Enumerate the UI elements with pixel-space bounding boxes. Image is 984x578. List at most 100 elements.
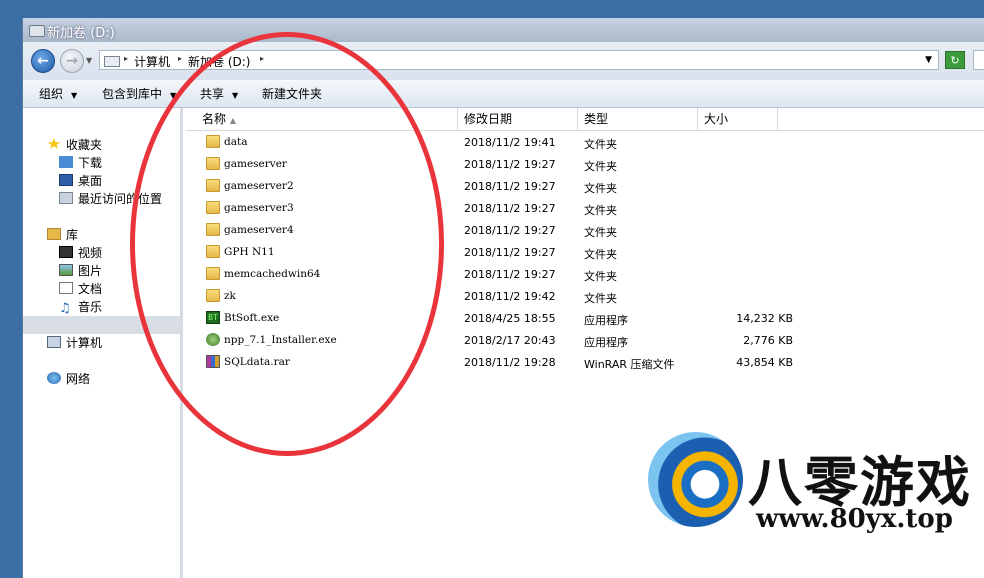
- file-row[interactable]: gameserver2 2018/11/2 19:27 文件夹: [186, 176, 984, 198]
- file-type: 应用程序: [584, 336, 628, 349]
- folder-icon: [206, 179, 220, 192]
- folder-icon: [206, 245, 220, 258]
- file-type: 文件夹: [584, 270, 617, 283]
- column-header-name[interactable]: 名称 ▲: [196, 108, 458, 130]
- file-modified: 2018/11/2 19:27: [464, 268, 556, 281]
- picture-icon: [59, 264, 73, 276]
- folder-icon: [206, 157, 220, 170]
- chevron-right-icon[interactable]: ▸: [260, 54, 264, 63]
- chevron-right-icon[interactable]: ▸: [124, 54, 128, 63]
- file-modified: 2018/11/2 19:27: [464, 246, 556, 259]
- drive-icon: [29, 25, 45, 37]
- nav-computer[interactable]: 计算机: [47, 334, 102, 352]
- title-bar[interactable]: 新加卷 (D:): [23, 18, 984, 43]
- column-header-modified[interactable]: 修改日期: [458, 108, 578, 130]
- back-button[interactable]: ←: [31, 49, 55, 73]
- breadcrumb-computer[interactable]: 计算机: [134, 53, 170, 70]
- watermark-logo: 八零游戏 www.80yx.top: [648, 432, 984, 578]
- breadcrumb-drive[interactable]: 新加卷 (D:): [188, 53, 250, 70]
- file-row[interactable]: SQLdata.rar 2018/11/2 19:28 WinRAR 压缩文件 43,…: [186, 352, 984, 374]
- file-type: 文件夹: [584, 138, 617, 151]
- column-header-row: 名称 ▲ 修改日期 类型 大小: [186, 108, 984, 131]
- file-modified: 2018/11/2 19:27: [464, 202, 556, 215]
- nav-recent-label: 最近访问的位置: [78, 192, 163, 206]
- nav-videos-label: 视频: [78, 246, 103, 260]
- command-bar: 组织 ▼ 包含到库中 ▼ 共享 ▼ 新建文件夹: [23, 80, 984, 108]
- forward-button[interactable]: →: [60, 49, 84, 73]
- nav-recent[interactable]: 最近访问的位置: [59, 190, 162, 208]
- document-icon: [59, 282, 73, 294]
- new-folder-button[interactable]: 新建文件夹: [262, 85, 322, 102]
- desktop-icon: [59, 174, 73, 186]
- share-button[interactable]: 共享 ▼: [200, 85, 238, 102]
- navigation-pane: 收藏夹 下载 桌面 最近访问的位置 库 视频 图片 文档 ♫ 音乐 计算机 网络: [23, 108, 183, 578]
- file-type: 文件夹: [584, 226, 617, 239]
- column-header-type[interactable]: 类型: [578, 108, 698, 130]
- network-icon: [47, 372, 61, 384]
- file-name: SQLdata.rar: [224, 356, 290, 368]
- file-modified: 2018/4/25 18:55: [464, 312, 556, 325]
- nav-pictures[interactable]: 图片: [59, 262, 102, 280]
- file-row[interactable]: data 2018/11/2 19:41 文件夹: [186, 132, 984, 154]
- file-name: gameserver4: [224, 224, 294, 236]
- sort-ascending-icon: ▲: [229, 116, 236, 125]
- file-row[interactable]: gameserver 2018/11/2 19:27 文件夹: [186, 154, 984, 176]
- nav-music[interactable]: ♫ 音乐: [59, 298, 102, 316]
- file-type: 文件夹: [584, 292, 617, 305]
- nav-downloads[interactable]: 下载: [59, 154, 102, 172]
- organize-button[interactable]: 组织 ▼: [39, 85, 77, 102]
- nav-libraries[interactable]: 库: [47, 226, 78, 244]
- file-row[interactable]: gameserver3 2018/11/2 19:27 文件夹: [186, 198, 984, 220]
- file-modified: 2018/11/2 19:27: [464, 224, 556, 237]
- file-name: npp_7.1_Installer.exe: [224, 334, 337, 346]
- include-in-library-label: 包含到库中: [102, 87, 163, 101]
- file-row[interactable]: gameserver4 2018/11/2 19:27 文件夹: [186, 220, 984, 242]
- nav-documents-label: 文档: [78, 282, 103, 296]
- file-row[interactable]: BT BtSoft.exe 2018/4/25 18:55 应用程序 14,232 KB: [186, 308, 984, 330]
- include-in-library-button[interactable]: 包含到库中 ▼: [102, 85, 176, 102]
- file-name: zk: [224, 290, 236, 302]
- selected-nav-highlight: [23, 316, 181, 334]
- chevron-right-icon[interactable]: ▸: [178, 54, 182, 63]
- nav-favorites[interactable]: 收藏夹: [47, 136, 102, 154]
- folder-icon: [206, 201, 220, 214]
- logo-swirl-icon: [648, 432, 743, 527]
- winrar-archive-icon: [206, 355, 220, 368]
- file-modified: 2018/11/2 19:27: [464, 158, 556, 171]
- refresh-button[interactable]: ↻: [945, 51, 965, 69]
- file-size: 43,854 KB: [736, 356, 793, 369]
- nav-libraries-label: 库: [66, 228, 79, 242]
- search-input[interactable]: [973, 50, 984, 70]
- file-size: 2,776 KB: [743, 334, 793, 347]
- address-toolbar: ← → ▼ ▸ 计算机 ▸ 新加卷 (D:) ▸ ▼ ↻: [23, 42, 984, 81]
- address-bar[interactable]: ▸ 计算机 ▸ 新加卷 (D:) ▸ ▼: [99, 50, 939, 70]
- column-name-label: 名称: [202, 112, 227, 126]
- file-size: 14,232 KB: [736, 312, 793, 325]
- recent-pages-dropdown[interactable]: ▼: [86, 56, 92, 65]
- nav-network[interactable]: 网络: [47, 370, 90, 388]
- star-icon: [47, 138, 61, 149]
- address-dropdown-icon[interactable]: ▼: [925, 55, 932, 65]
- file-modified: 2018/11/2 19:27: [464, 180, 556, 193]
- file-row[interactable]: zk 2018/11/2 19:42 文件夹: [186, 286, 984, 308]
- column-header-size[interactable]: 大小: [698, 108, 778, 130]
- nav-favorites-label: 收藏夹: [66, 138, 103, 152]
- music-note-icon: ♫: [59, 301, 71, 316]
- nav-videos[interactable]: 视频: [59, 244, 102, 262]
- window-title: 新加卷 (D:): [47, 26, 115, 41]
- file-row[interactable]: npp_7.1_Installer.exe 2018/2/17 20:43 应用程序…: [186, 330, 984, 352]
- drive-icon: [104, 56, 120, 67]
- file-modified: 2018/11/2 19:41: [464, 136, 556, 149]
- file-name: GPH N11: [224, 246, 275, 258]
- computer-icon: [47, 336, 61, 348]
- arrow-left-icon: ←: [37, 53, 49, 69]
- file-name: data: [224, 136, 248, 148]
- nav-desktop[interactable]: 桌面: [59, 172, 102, 190]
- file-row[interactable]: GPH N11 2018/11/2 19:27 文件夹: [186, 242, 984, 264]
- file-modified: 2018/11/2 19:42: [464, 290, 556, 303]
- file-row[interactable]: memcachedwin64 2018/11/2 19:27 文件夹: [186, 264, 984, 286]
- video-icon: [59, 246, 73, 258]
- nav-documents[interactable]: 文档: [59, 280, 102, 298]
- organize-label: 组织: [39, 87, 64, 101]
- file-name: gameserver3: [224, 202, 294, 214]
